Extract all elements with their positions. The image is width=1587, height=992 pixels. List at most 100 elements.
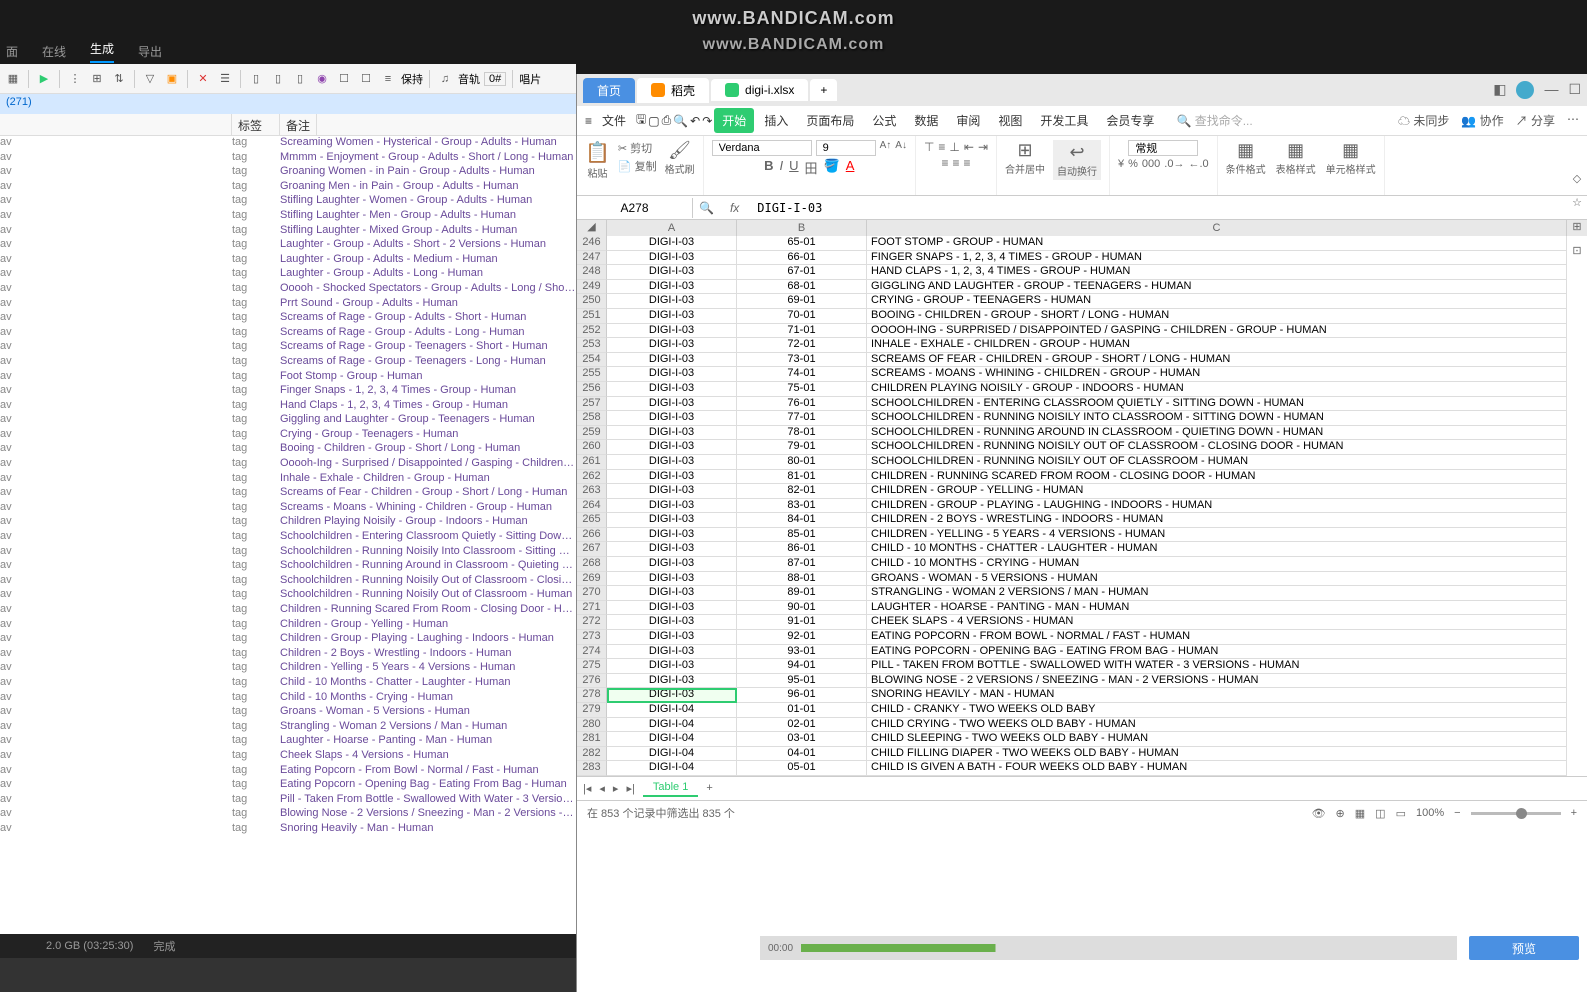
table-row[interactable]: 259DIGI-I-0378-01SCHOOLCHILDREN - RUNNIN… <box>577 426 1587 441</box>
sheet-next-icon[interactable]: ▸ <box>613 782 619 795</box>
table-row[interactable]: 272DIGI-I-0391-01CHEEK SLAPS - 4 VERSION… <box>577 615 1587 630</box>
table-row[interactable]: 268DIGI-I-0387-01CHILD - 10 MONTHS - CRY… <box>577 557 1587 572</box>
list-item[interactable]: avtagChild - 10 Months - Chatter - Laugh… <box>0 676 576 691</box>
print-icon[interactable]: ⎙ <box>662 113 672 128</box>
list-item[interactable]: avtagLaughter - Group - Adults - Short -… <box>0 238 576 253</box>
table-row[interactable]: 261DIGI-I-0380-01SCHOOLCHILDREN - RUNNIN… <box>577 455 1587 470</box>
table-row[interactable]: 282DIGI-I-0404-01CHILD FILLING DIAPER - … <box>577 747 1587 762</box>
align-bot-icon[interactable]: ⊥ <box>949 140 959 154</box>
preview-icon[interactable]: 🔍 <box>673 114 688 128</box>
list-item[interactable]: avtagScreams of Rage - Group - Adults - … <box>0 326 576 341</box>
table-row[interactable]: 276DIGI-I-0395-01BLOWING NOSE - 2 VERSIO… <box>577 674 1587 689</box>
tab-add[interactable]: + <box>810 79 837 101</box>
table-row[interactable]: 248DIGI-I-0367-01HAND CLAPS - 1, 2, 3, 4… <box>577 265 1587 280</box>
coop-button[interactable]: 👥 协作 <box>1461 112 1503 129</box>
table-row[interactable]: 269DIGI-I-0388-01GROANS - WOMAN - 5 VERS… <box>577 572 1587 587</box>
table-row[interactable]: 274DIGI-I-0393-01EATING POPCORN - OPENIN… <box>577 645 1587 660</box>
paste-icon[interactable]: 📋 <box>585 140 610 165</box>
t2-icon[interactable]: ☐ <box>357 70 375 88</box>
table-row[interactable]: 256DIGI-I-0375-01CHILDREN PLAYING NOISIL… <box>577 382 1587 397</box>
table-row[interactable]: 273DIGI-I-0392-01EATING POPCORN - FROM B… <box>577 630 1587 645</box>
list-item[interactable]: avtagEating Popcorn - From Bowl - Normal… <box>0 764 576 779</box>
table-row[interactable]: 270DIGI-I-0389-01STRANGLING - WOMAN 2 VE… <box>577 586 1587 601</box>
cell-reference[interactable]: A278 <box>577 198 693 218</box>
table-row[interactable]: 263DIGI-I-0382-01CHILDREN - GROUP - YELL… <box>577 484 1587 499</box>
table-row[interactable]: 258DIGI-I-0377-01SCHOOLCHILDREN - RUNNIN… <box>577 411 1587 426</box>
comma-icon[interactable]: 000 <box>1142 158 1160 170</box>
menu-file[interactable]: 文件 <box>594 108 634 133</box>
list-icon[interactable]: ☰ <box>216 70 234 88</box>
zoom-in-button[interactable]: + <box>1571 807 1577 819</box>
list-item[interactable]: avtagSchoolchildren - Running Noisily Ou… <box>0 588 576 603</box>
italic-button[interactable]: I <box>780 158 784 177</box>
table-row[interactable]: 267DIGI-I-0386-01CHILD - 10 MONTHS - CHA… <box>577 542 1587 557</box>
underline-button[interactable]: U <box>789 158 798 177</box>
table-row[interactable]: 283DIGI-I-0405-01CHILD IS GIVEN A BATH -… <box>577 761 1587 776</box>
cond-icon[interactable]: ▦ <box>1226 140 1266 161</box>
menu-start[interactable]: 开始 <box>714 108 754 133</box>
list-item[interactable]: avtagStifling Laughter - Mixed Group - A… <box>0 224 576 239</box>
list-item[interactable]: avtagChildren - Running Scared From Room… <box>0 603 576 618</box>
list-item[interactable]: avtagSchoolchildren - Running Around in … <box>0 559 576 574</box>
list-item[interactable]: avtagChildren Playing Noisily - Group - … <box>0 515 576 530</box>
record-label[interactable]: 唱片 <box>519 71 541 87</box>
percent-icon[interactable]: % <box>1128 158 1138 170</box>
t-icon[interactable]: ☐ <box>335 70 353 88</box>
play-icon[interactable]: ▶ <box>35 70 53 88</box>
left-tab-2[interactable]: 生成 <box>90 40 114 63</box>
bold-button[interactable]: B <box>764 158 773 177</box>
preview-button[interactable]: 预览 <box>1469 936 1579 960</box>
save-icon[interactable]: 🖫 <box>636 110 646 131</box>
db-icon[interactable]: ◉ <box>313 70 331 88</box>
menu-page[interactable]: 页面布局 <box>798 108 862 133</box>
sort-icon[interactable]: ⇅ <box>110 70 128 88</box>
sheet-prev-icon[interactable]: ◂ <box>599 782 605 795</box>
table-row[interactable]: 264DIGI-I-0383-01CHILDREN - GROUP - PLAY… <box>577 499 1587 514</box>
list-item[interactable]: avtagGroans - Woman - 5 Versions - Human <box>0 705 576 720</box>
border-button[interactable]: 田 <box>805 158 818 177</box>
table-row[interactable]: 253DIGI-I-0372-01INHALE - EXHALE - CHILD… <box>577 338 1587 353</box>
table-row[interactable]: 249DIGI-I-0368-01GIGGLING AND LAUGHTER -… <box>577 280 1587 295</box>
menu-data[interactable]: 数据 <box>906 108 946 133</box>
list-item[interactable]: avtagChildren - Yelling - 5 Years - 4 Ve… <box>0 661 576 676</box>
cut-button[interactable]: ✂ 剪切 <box>618 140 657 156</box>
list-item[interactable]: avtagPrrt Sound - Group - Adults - Human <box>0 297 576 312</box>
list-item[interactable]: avtagOoooh-Ing - Surprised / Disappointe… <box>0 457 576 472</box>
list-item[interactable]: avtagScreams - Moans - Whining - Childre… <box>0 501 576 516</box>
tab-home[interactable]: 首页 <box>583 78 635 103</box>
color-button[interactable]: A <box>846 158 855 177</box>
list-item[interactable]: avtagLaughter - Group - Adults - Medium … <box>0 253 576 268</box>
list-item[interactable]: avtagFinger Snaps - 1, 2, 3, 4 Times - G… <box>0 384 576 399</box>
align-center-icon[interactable]: ≡ <box>952 156 959 170</box>
list-item[interactable]: avtagScreams of Rage - Group - Adults - … <box>0 311 576 326</box>
list-item[interactable]: avtagLaughter - Group - Adults - Long - … <box>0 267 576 282</box>
stack-icon[interactable]: ≡ <box>379 70 397 88</box>
list-item[interactable]: avtagLaughter - Hoarse - Panting - Man -… <box>0 734 576 749</box>
page2-icon[interactable]: ▯ <box>269 70 287 88</box>
maximize-button[interactable]: ☐ <box>1568 81 1581 99</box>
currency-icon[interactable]: ¥ <box>1118 158 1124 170</box>
table-row[interactable]: 247DIGI-I-0366-01FINGER SNAPS - 1, 2, 3,… <box>577 251 1587 266</box>
zoom-slider[interactable] <box>1471 812 1561 815</box>
list-item[interactable]: avtagOoooh - Shocked Spectators - Group … <box>0 282 576 297</box>
left-tab-0[interactable]: 面 <box>6 43 18 60</box>
tab-shell[interactable]: 稻壳 <box>637 78 709 103</box>
table-row[interactable]: 265DIGI-I-0384-01CHILDREN - 2 BOYS - WRE… <box>577 513 1587 528</box>
share-button[interactable]: ↗ 分享 <box>1516 112 1555 129</box>
keep-label[interactable]: 保持 <box>401 71 423 87</box>
list-item[interactable]: avtagStrangling - Woman 2 Versions / Man… <box>0 720 576 735</box>
list-item[interactable]: avtagBooing - Children - Group - Short /… <box>0 442 576 457</box>
sheet-body[interactable]: 246DIGI-I-0365-01FOOT STOMP - GROUP - HU… <box>577 236 1587 776</box>
dec-font-icon[interactable]: A↓ <box>895 140 907 156</box>
sheet-tab-1[interactable]: Table 1 <box>643 779 698 797</box>
header-note[interactable]: 备注 <box>280 114 317 135</box>
table-row[interactable]: 262DIGI-I-0381-01CHILDREN - RUNNING SCAR… <box>577 470 1587 485</box>
list-item[interactable]: avtagCheek Slaps - 4 Versions - Human <box>0 749 576 764</box>
redo-icon[interactable]: ↷ <box>702 114 712 128</box>
table-row[interactable]: 254DIGI-I-0373-01SCREAMS OF FEAR - CHILD… <box>577 353 1587 368</box>
more-icon[interactable]: ⋯ <box>1567 112 1579 129</box>
sheet-first-icon[interactable]: |◂ <box>583 782 591 795</box>
menu-review[interactable]: 审阅 <box>948 108 988 133</box>
view1-icon[interactable]: 👁 <box>1312 807 1326 820</box>
list-item[interactable]: avtagChildren - 2 Boys - Wrestling - Ind… <box>0 647 576 662</box>
